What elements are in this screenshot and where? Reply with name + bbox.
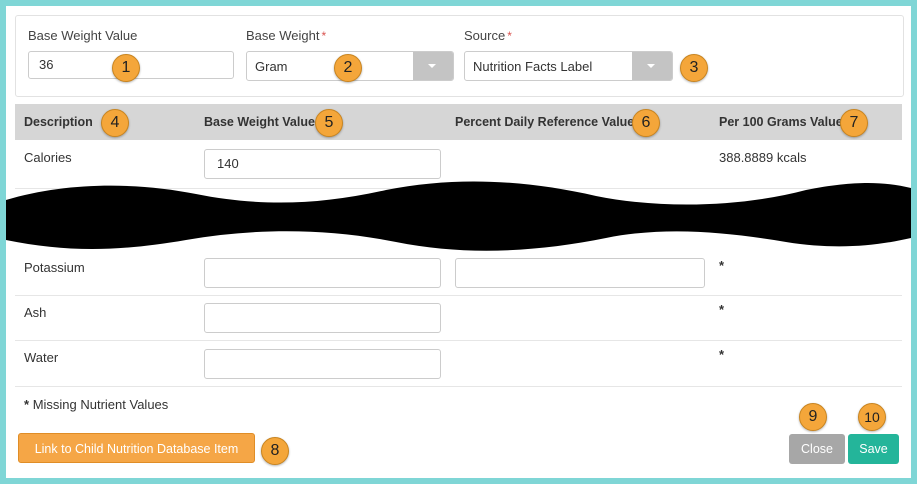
callout-badge-10: 10 xyxy=(858,403,886,431)
row-description: Potassium xyxy=(24,260,85,275)
callout-badge-6: 6 xyxy=(632,109,660,137)
source-dropdown-button[interactable] xyxy=(632,52,672,80)
link-child-nutrition-button[interactable]: Link to Child Nutrition Database Item xyxy=(18,433,255,463)
table-header: Description Base Weight Value Percent Da… xyxy=(15,104,902,140)
callout-badge-8: 8 xyxy=(261,437,289,465)
save-button[interactable]: Save xyxy=(848,434,899,464)
redaction-wave xyxy=(6,181,911,251)
row-base-weight-input[interactable]: 140 xyxy=(204,149,441,179)
base-weight-label-text: Base Weight xyxy=(246,28,320,43)
callout-badge-9: 9 xyxy=(799,403,827,431)
table-row: Ash * xyxy=(15,295,902,341)
chevron-down-icon xyxy=(428,64,436,68)
source-label: Source * xyxy=(464,28,512,43)
source-label-text: Source xyxy=(464,28,506,43)
table-row: Potassium * xyxy=(15,250,902,296)
callout-badge-3: 3 xyxy=(680,54,708,82)
callout-badge-5: 5 xyxy=(315,109,343,137)
callout-badge-2: 2 xyxy=(334,54,362,82)
column-header-percent-daily: Percent Daily Reference Value xyxy=(455,115,635,129)
callout-badge-7: 7 xyxy=(840,109,868,137)
base-weight-label: Base Weight * xyxy=(246,28,326,43)
base-weight-select-value: Gram xyxy=(255,59,288,74)
row-per-100-grams: * xyxy=(719,258,725,273)
close-button[interactable]: Close xyxy=(789,434,845,464)
table-row: Water * xyxy=(15,340,902,387)
column-header-description: Description xyxy=(24,115,93,129)
row-base-weight-input[interactable] xyxy=(204,303,441,333)
row-per-100-grams: 388.8889 kcals xyxy=(719,150,807,165)
row-description: Water xyxy=(24,350,59,365)
callout-badge-1: 1 xyxy=(112,54,140,82)
required-mark: * xyxy=(321,29,327,43)
row-base-weight-input[interactable] xyxy=(204,349,441,379)
row-per-100-grams: * xyxy=(719,302,725,317)
row-description: Ash xyxy=(24,305,47,320)
missing-mark: * xyxy=(24,397,30,412)
chevron-down-icon xyxy=(647,64,655,68)
missing-text: Missing Nutrient Values xyxy=(32,397,169,412)
base-weight-value-label: Base Weight Value xyxy=(28,28,138,43)
source-select[interactable]: Nutrition Facts Label xyxy=(464,51,673,81)
callout-badge-4: 4 xyxy=(101,109,129,137)
column-header-per-100-grams: Per 100 Grams Value xyxy=(719,115,843,129)
missing-values-note: * Missing Nutrient Values xyxy=(24,397,168,412)
source-select-value: Nutrition Facts Label xyxy=(473,59,593,74)
column-header-base-weight-value: Base Weight Value xyxy=(204,115,315,129)
dialog: Base Weight Value 36 Base Weight * Gram S… xyxy=(6,6,911,478)
row-base-weight-input[interactable] xyxy=(204,258,441,288)
row-percent-daily-input[interactable] xyxy=(455,258,705,288)
required-mark: * xyxy=(507,29,512,43)
row-per-100-grams: * xyxy=(719,347,725,362)
row-description: Calories xyxy=(24,150,72,165)
base-weight-panel: Base Weight Value 36 Base Weight * Gram S… xyxy=(15,15,904,97)
base-weight-dropdown-button[interactable] xyxy=(413,52,453,80)
